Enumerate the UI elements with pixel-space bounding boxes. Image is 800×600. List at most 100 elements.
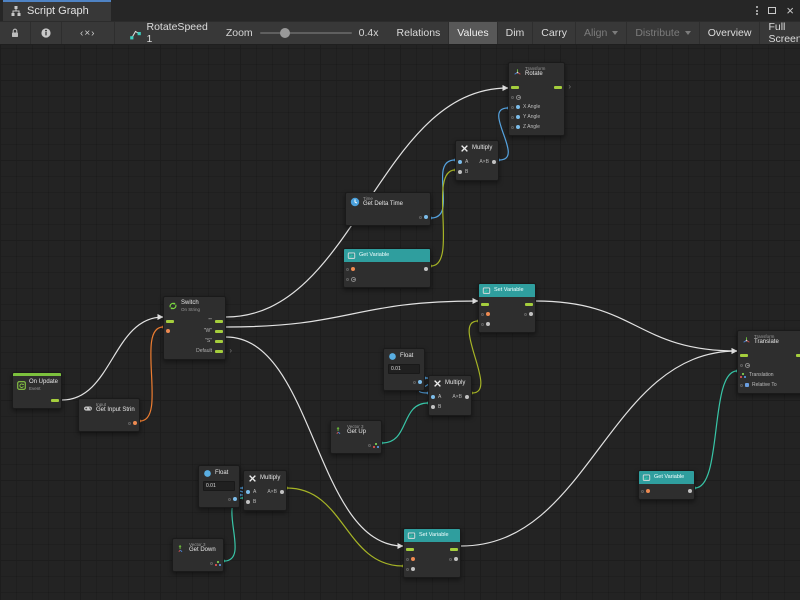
port-float[interactable] — [233, 497, 237, 501]
port-control[interactable] — [215, 330, 223, 333]
variable-icon — [642, 473, 651, 482]
port-string[interactable] — [411, 557, 415, 561]
port-target[interactable] — [516, 95, 521, 100]
node-set-variable-1[interactable]: Set Variable — [478, 283, 536, 333]
node-multiply-1[interactable]: MultiplyAA×BB — [455, 140, 499, 181]
maximize-icon[interactable] — [768, 7, 776, 14]
lock-button[interactable] — [0, 22, 31, 44]
node-get-variable-1[interactable]: Get Variable — [343, 248, 431, 288]
port-target[interactable] — [745, 363, 750, 368]
port-string[interactable] — [486, 312, 490, 316]
port-float[interactable] — [424, 215, 428, 219]
toolbar-button-values[interactable]: Values — [449, 22, 497, 44]
toolbar-button-relations[interactable]: Relations — [389, 22, 450, 44]
port-object[interactable] — [486, 322, 490, 326]
node-header: TransformRotate — [509, 63, 564, 80]
port-row — [346, 212, 430, 222]
port-control[interactable] — [554, 86, 562, 89]
port-vector[interactable] — [215, 561, 221, 566]
port-control[interactable] — [406, 548, 414, 551]
info-button[interactable] — [31, 22, 62, 44]
node-set-variable-2[interactable]: Set Variable — [403, 528, 461, 578]
port-float[interactable] — [516, 115, 520, 119]
port-vector[interactable] — [740, 373, 746, 378]
port-bool[interactable] — [745, 383, 749, 387]
node-get-down[interactable]: Vector 3Get Down — [172, 538, 224, 572]
port-object[interactable] — [465, 395, 469, 399]
node-multiply-2[interactable]: MultiplyAA×BB — [428, 375, 472, 416]
toolbar-button-dim[interactable]: Dim — [498, 22, 534, 44]
port-label: A×B — [479, 159, 489, 165]
node-float-1[interactable]: Float0.01 — [383, 348, 425, 391]
toolbar-button-align[interactable]: Align — [576, 22, 627, 44]
node-get-up[interactable]: Vector 3Get Up — [330, 420, 382, 454]
script-graph-icon — [10, 5, 22, 17]
zoom-slider-knob[interactable] — [280, 28, 290, 38]
node-header: Multiply — [456, 141, 498, 155]
node-title: Get Variable — [359, 252, 389, 258]
port-object[interactable] — [454, 557, 458, 561]
node-float-2[interactable]: Float0.01 — [198, 465, 240, 508]
port-object[interactable] — [688, 489, 692, 493]
toolbar-button-carry[interactable]: Carry — [533, 22, 576, 44]
port-control[interactable] — [450, 548, 458, 551]
node-on-update[interactable]: On UpdateEvent — [12, 372, 62, 409]
port-control[interactable] — [796, 354, 800, 357]
port-target[interactable] — [351, 277, 356, 282]
graph-breadcrumb[interactable]: RotateSpeed 1 — [119, 22, 218, 44]
toolbar-button-overview[interactable]: Overview — [700, 22, 761, 44]
port-object[interactable] — [424, 267, 428, 271]
port-object[interactable] — [431, 405, 435, 409]
port-object[interactable] — [411, 567, 415, 571]
port-float[interactable] — [418, 380, 422, 384]
node-header: Vector 3Get Down — [173, 539, 223, 556]
node-multiply-3[interactable]: MultiplyAA×BB — [243, 470, 287, 511]
port-row — [479, 299, 535, 309]
window-menu-icon[interactable] — [756, 6, 758, 15]
tab-script-graph[interactable]: Script Graph — [3, 0, 111, 21]
node-switch[interactable]: SwitchOn String"""W""S"Default› — [163, 296, 226, 360]
port-object[interactable] — [492, 160, 496, 164]
port-float[interactable] — [458, 160, 462, 164]
port-control[interactable] — [525, 303, 533, 306]
graph-canvas[interactable]: TransformRotate›X AngleY AngleZ AngleMul… — [0, 0, 800, 600]
value-field[interactable]: 0.01 — [203, 481, 235, 491]
port-float[interactable] — [431, 395, 435, 399]
zoom-slider[interactable] — [260, 22, 352, 44]
port-control[interactable] — [166, 320, 174, 323]
node-get-variable-2[interactable]: Get Variable — [638, 470, 695, 500]
port-string[interactable] — [166, 329, 170, 333]
close-icon[interactable]: × — [786, 4, 794, 17]
toolbar-button-full-screen[interactable]: Full Screen — [760, 22, 800, 44]
port-float[interactable] — [246, 490, 250, 494]
multiply-icon — [460, 144, 469, 153]
port-string[interactable] — [133, 421, 137, 425]
port-control[interactable] — [51, 399, 59, 402]
port-control[interactable] — [481, 303, 489, 306]
node-title: Get Up — [347, 429, 366, 436]
chevron-right-icon: › — [229, 347, 232, 355]
code-view-button[interactable]: ‹×› — [62, 22, 115, 44]
port-hint — [511, 116, 514, 119]
port-control[interactable] — [215, 340, 223, 343]
port-object[interactable] — [529, 312, 533, 316]
node-title: On Update — [29, 379, 58, 386]
port-string[interactable] — [351, 267, 355, 271]
port-control[interactable] — [740, 354, 748, 357]
port-control[interactable] — [215, 320, 223, 323]
port-float[interactable] — [516, 105, 520, 109]
port-vector[interactable] — [373, 443, 379, 448]
port-float[interactable] — [516, 125, 520, 129]
port-object[interactable] — [246, 500, 250, 504]
node-get-delta-time[interactable]: TimeGet Delta Time — [345, 192, 431, 226]
toolbar-button-distribute[interactable]: Distribute — [627, 22, 699, 44]
node-translate[interactable]: TransformTranslateTranslationRelative To — [737, 330, 800, 394]
node-get-input-string[interactable]: InputGet Input Strin — [78, 398, 140, 432]
port-object[interactable] — [458, 170, 462, 174]
port-control[interactable] — [215, 350, 223, 353]
value-field[interactable]: 0.01 — [388, 364, 420, 374]
port-control[interactable] — [511, 86, 519, 89]
port-string[interactable] — [646, 489, 650, 493]
port-object[interactable] — [280, 490, 284, 494]
node-rotate[interactable]: TransformRotate›X AngleY AngleZ Angle — [508, 62, 565, 136]
